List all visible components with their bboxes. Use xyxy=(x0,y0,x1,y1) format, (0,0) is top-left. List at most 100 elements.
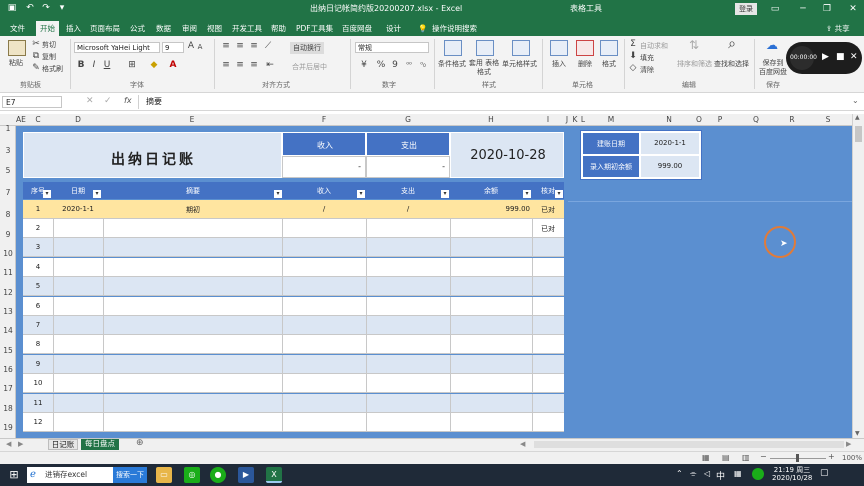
volume-icon[interactable]: ◁ xyxy=(704,469,710,478)
prev-sheet-icon[interactable]: ◀ xyxy=(6,440,11,448)
table-format-icon[interactable] xyxy=(476,40,494,56)
tab-page-layout[interactable]: 页面布局 xyxy=(90,21,120,36)
tab-help[interactable]: 帮助 xyxy=(271,21,286,36)
find-select-button[interactable]: 查找和选择 xyxy=(714,59,749,69)
align-left-icon[interactable]: ≡ xyxy=(220,60,232,71)
recording-widget[interactable]: 00:00:00 ▶ ■ ✕ xyxy=(786,42,862,74)
zoom-level[interactable]: 100% xyxy=(842,454,862,462)
clear-button[interactable]: 清除 xyxy=(640,65,654,75)
save-icon[interactable]: ▣ xyxy=(6,2,18,15)
row-header[interactable]: 10 xyxy=(0,249,16,258)
zoom-in-icon[interactable]: + xyxy=(828,452,835,461)
conditional-format-icon[interactable] xyxy=(444,40,462,56)
notification-icon[interactable]: ▢ xyxy=(820,468,829,478)
income-total-cell[interactable]: - xyxy=(282,156,366,178)
row-header[interactable]: 13 xyxy=(0,307,16,316)
table-row[interactable]: 5 xyxy=(23,277,564,297)
insert-button[interactable]: 插入 xyxy=(552,59,566,69)
align-middle-icon[interactable]: ≡ xyxy=(234,41,246,52)
table-row[interactable]: 9 xyxy=(23,354,564,374)
wechat-tray-icon[interactable] xyxy=(752,468,764,480)
column-header[interactable]: H xyxy=(450,115,532,124)
save-baidu-button[interactable]: 保存到 百度网盘 xyxy=(758,59,788,77)
font-name-select[interactable]: Microsoft YaHei Light xyxy=(74,42,160,53)
tab-formulas[interactable]: 公式 xyxy=(130,21,145,36)
wechat-icon[interactable]: ◎ xyxy=(184,467,200,483)
confirm-icon[interactable]: ✓ xyxy=(104,96,112,106)
align-top-icon[interactable]: ≡ xyxy=(220,41,232,52)
bold-button[interactable]: B xyxy=(76,60,86,71)
scroll-down-icon[interactable]: ▼ xyxy=(855,430,860,437)
customize-toolbar-icon[interactable]: ▾ xyxy=(56,2,68,15)
sheet-tab-daily-check[interactable]: 每日盘点 xyxy=(81,439,119,450)
share-button[interactable]: ⇪ 共享 xyxy=(826,21,850,36)
expand-formula-icon[interactable]: ⌄ xyxy=(852,96,859,105)
redo-icon[interactable]: ↷ xyxy=(40,2,52,15)
info-value-cell[interactable]: 2020-1-1 xyxy=(641,133,699,154)
keyboard-icon[interactable]: ▦ xyxy=(734,469,742,478)
column-header[interactable]: S xyxy=(812,115,844,124)
fill-button[interactable]: 填充 xyxy=(640,53,654,63)
column-header[interactable]: AE xyxy=(16,115,26,124)
title-cell[interactable]: 出纳日记账 xyxy=(23,132,282,178)
table-row[interactable]: 4 xyxy=(23,257,564,277)
worksheet[interactable]: 出纳日记账 收入 支出 - - 2020-10-28 建账日期 2020-1-1… xyxy=(16,126,852,438)
align-center-icon[interactable]: ≡ xyxy=(234,60,246,71)
font-size-select[interactable]: 9 xyxy=(162,42,184,53)
cut-button[interactable]: 剪切 xyxy=(42,40,56,50)
filter-dropdown-icon[interactable]: ▾ xyxy=(441,190,449,198)
filter-dropdown-icon[interactable]: ▾ xyxy=(274,190,282,198)
fill-color-icon[interactable]: ◆ xyxy=(148,60,160,71)
file-explorer-icon[interactable]: ▭ xyxy=(156,467,172,483)
clock[interactable]: 21:19 周三 2020/10/28 xyxy=(772,466,812,482)
tab-baidu[interactable]: 百度网盘 xyxy=(342,21,372,36)
row-header[interactable]: 7 xyxy=(0,188,16,197)
font-color-icon[interactable]: A xyxy=(167,60,179,71)
row-header[interactable]: 1 xyxy=(0,124,16,133)
delete-cells-icon[interactable] xyxy=(576,40,594,56)
horizontal-scrollbar[interactable] xyxy=(534,441,844,448)
insert-cells-icon[interactable] xyxy=(550,40,568,56)
login-button[interactable]: 登录 xyxy=(735,3,757,15)
table-row[interactable]: 1 2020-1-1 期初 / / 999.00 已对 xyxy=(23,200,564,219)
copy-button[interactable]: 复制 xyxy=(42,52,56,62)
tab-review[interactable]: 审阅 xyxy=(182,21,197,36)
tab-developer[interactable]: 开发工具 xyxy=(232,21,262,36)
windows-start-icon[interactable]: ⊞ xyxy=(6,467,22,483)
network-icon[interactable]: ⌯ xyxy=(690,469,696,479)
ime-indicator[interactable]: 中 xyxy=(716,469,725,482)
name-box[interactable]: E7 xyxy=(2,96,62,108)
number-format-select[interactable]: 常规 xyxy=(355,42,429,53)
increase-decimal-icon[interactable]: ⁰⁰ xyxy=(404,60,414,71)
column-header[interactable]: P xyxy=(704,115,736,124)
filter-dropdown-icon[interactable]: ▾ xyxy=(357,190,365,198)
percent-button[interactable]: % xyxy=(376,60,386,71)
magnifier-icon[interactable]: ⌕ xyxy=(724,37,740,51)
column-header[interactable]: D xyxy=(54,115,102,124)
format-cells-icon[interactable] xyxy=(600,40,618,56)
row-header[interactable]: 5 xyxy=(0,166,16,175)
table-row[interactable]: 6 xyxy=(23,296,564,316)
column-header[interactable]: N xyxy=(640,115,698,124)
table-row[interactable]: 7 xyxy=(23,316,564,335)
page-break-view-icon[interactable]: ▥ xyxy=(742,453,750,462)
play-icon[interactable]: ▶ xyxy=(822,52,829,62)
restore-icon[interactable]: ❐ xyxy=(820,2,834,16)
cancel-icon[interactable]: ✕ xyxy=(86,96,94,106)
column-header[interactable]: G xyxy=(366,115,450,124)
table-format-button[interactable]: 套用 表格格式 xyxy=(468,59,500,77)
merge-center-button[interactable]: 合并后居中 xyxy=(292,62,327,72)
info-value-cell[interactable]: 999.00 xyxy=(641,156,699,177)
sheet-tab-journal[interactable]: 日记账 xyxy=(48,439,78,450)
conditional-format-button[interactable]: 条件格式 xyxy=(438,59,466,69)
indent-icon[interactable]: ⇤ xyxy=(264,60,276,71)
excel-taskbar-icon[interactable]: X xyxy=(266,467,282,483)
table-row[interactable]: 12 xyxy=(23,413,564,432)
column-header[interactable]: C xyxy=(30,115,46,124)
column-header[interactable]: M xyxy=(582,115,640,124)
row-header[interactable]: 9 xyxy=(0,230,16,239)
next-sheet-icon[interactable]: ▶ xyxy=(18,440,23,448)
comma-button[interactable]: 9 xyxy=(390,60,400,71)
row-header[interactable]: 3 xyxy=(0,146,16,155)
row-header[interactable]: 17 xyxy=(0,384,16,393)
